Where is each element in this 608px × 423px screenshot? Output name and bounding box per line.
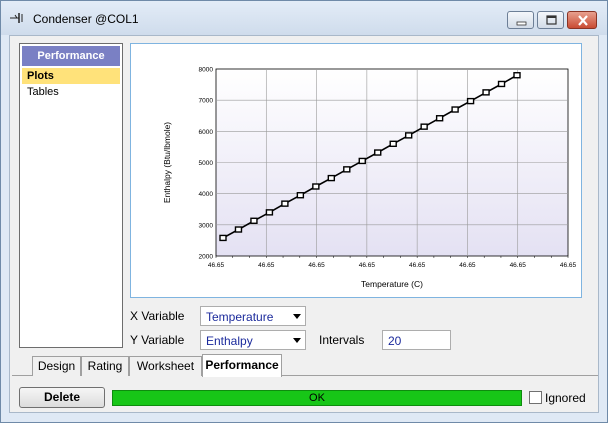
tab-rating[interactable]: Rating	[81, 356, 129, 376]
performance-nav: Performance Plots Tables	[19, 43, 123, 348]
intervals-label: Intervals	[319, 333, 365, 347]
tab-worksheet[interactable]: Worksheet	[129, 356, 202, 376]
x-tick-label: 46.65	[560, 262, 577, 269]
y-tick-label: 4000	[199, 191, 214, 198]
y-tick-label: 5000	[199, 160, 214, 167]
tab-strip: Design Rating Worksheet Performance	[12, 354, 598, 377]
x-tick-label: 46.65	[409, 262, 426, 269]
data-point	[374, 149, 382, 156]
data-point	[327, 174, 336, 182]
y-variable-select[interactable]: Enthalpy	[200, 330, 306, 350]
minimize-button[interactable]	[507, 11, 534, 29]
delete-button[interactable]: Delete	[19, 387, 105, 408]
data-point	[466, 97, 475, 105]
y-tick-label: 2000	[199, 254, 214, 261]
tab-performance[interactable]: Performance	[202, 354, 282, 377]
condenser-icon	[10, 13, 23, 23]
y-variable-value: Enthalpy	[206, 334, 253, 348]
x-tick-label: 46.65	[459, 262, 476, 269]
client-area: Performance Plots Tables 2000 3000 4000 500…	[9, 35, 599, 413]
x-tick-label: 46.65	[510, 262, 527, 269]
data-point	[312, 183, 320, 190]
window-title: Condenser @COL1	[33, 12, 139, 26]
data-point	[296, 192, 305, 199]
data-point	[265, 209, 274, 216]
data-point	[497, 80, 506, 88]
y-tick-label: 6000	[199, 129, 214, 136]
close-icon	[578, 15, 588, 26]
plot-panel: 2000 3000 4000 5000 6000 7000 8000 46.65 46.65 46…	[130, 43, 582, 298]
ignored-label: Ignored	[545, 391, 586, 405]
chevron-down-icon	[293, 338, 301, 343]
nav-item-plots[interactable]: Plots	[22, 68, 120, 84]
y-tick-label: 7000	[199, 98, 214, 105]
x-variable-select[interactable]: Temperature	[200, 306, 306, 326]
x-variable-value: Temperature	[206, 310, 274, 324]
data-point	[281, 200, 289, 207]
status-bar: OK	[112, 390, 522, 406]
y-axis-title: Enthalpy (Btu/lbmole)	[162, 122, 172, 203]
y-tick-label: 8000	[199, 67, 214, 74]
y-tick-label: 3000	[199, 222, 214, 229]
y-variable-label: Y Variable	[130, 333, 185, 347]
x-tick-label: 46.65	[208, 262, 225, 269]
intervals-value: 20	[388, 334, 402, 348]
data-point	[513, 72, 521, 79]
data-point	[435, 115, 444, 122]
x-tick-label: 46.65	[308, 262, 325, 269]
nav-header: Performance	[22, 46, 120, 66]
x-axis-title: Temperature (C)	[361, 279, 423, 289]
tab-design[interactable]: Design	[32, 356, 81, 376]
data-point	[482, 89, 490, 96]
nav-item-tables[interactable]: Tables	[22, 84, 120, 100]
minimize-icon	[516, 21, 527, 26]
condenser-window: Condenser @COL1 Performance Plots Tables…	[0, 0, 608, 423]
enthalpy-temperature-chart: 2000 3000 4000 5000 6000 7000 8000 46.65 46.65 46…	[162, 67, 577, 290]
data-point	[451, 106, 459, 113]
x-tick-label: 46.65	[359, 262, 376, 269]
data-point	[404, 132, 413, 139]
close-button[interactable]	[567, 11, 597, 29]
data-point	[343, 166, 351, 173]
data-point	[219, 234, 227, 242]
data-point	[358, 157, 366, 165]
chevron-down-icon	[293, 314, 301, 319]
x-tick-label: 46.65	[258, 262, 275, 269]
intervals-input[interactable]: 20	[382, 330, 451, 350]
data-point	[420, 123, 428, 130]
data-point	[250, 217, 258, 224]
maximize-button[interactable]	[537, 11, 564, 29]
title-bar[interactable]: Condenser @COL1	[1, 1, 607, 35]
ignored-checkbox[interactable]	[529, 391, 542, 404]
x-variable-label: X Variable	[130, 309, 185, 323]
maximize-icon	[546, 15, 557, 25]
data-point	[234, 226, 243, 233]
data-point	[389, 140, 397, 148]
